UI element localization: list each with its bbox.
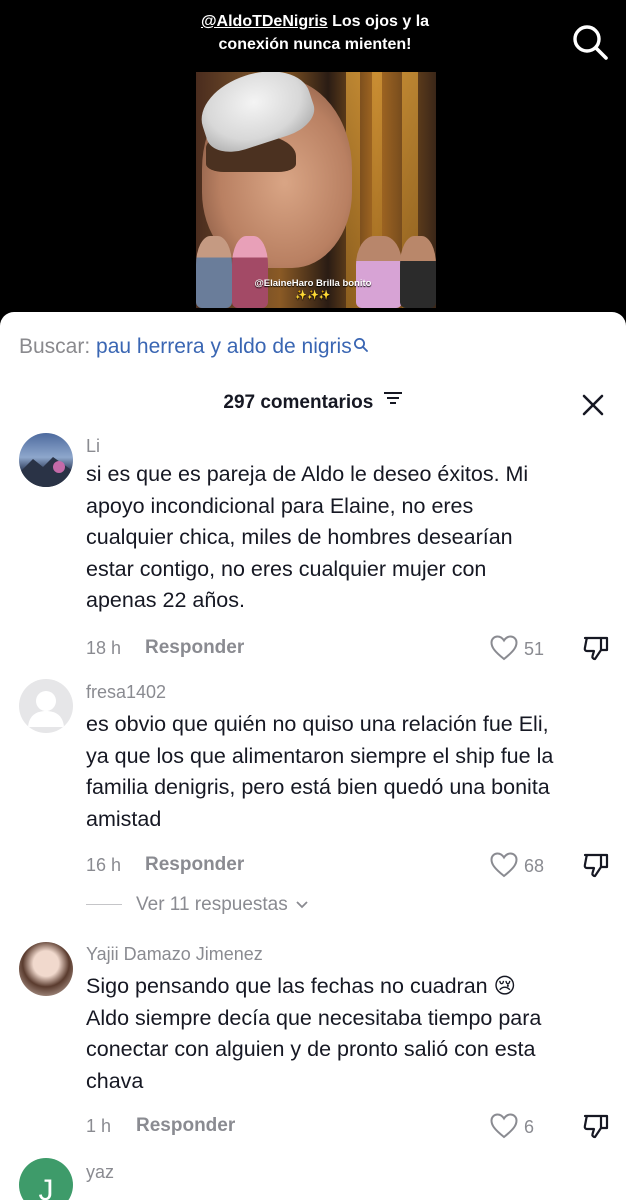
heart-icon: [490, 1113, 518, 1139]
divider: [86, 904, 122, 906]
mini-person-image: [400, 236, 436, 308]
search-button[interactable]: [570, 22, 610, 62]
video-overlay-text: @ElaineHaro Brilla bonito ✨✨✨: [254, 278, 372, 301]
like-button[interactable]: [490, 1113, 518, 1144]
caption-handle[interactable]: @AldoTDeNigris: [201, 13, 328, 30]
avatar[interactable]: [19, 433, 73, 487]
chevron-down-icon: [296, 901, 308, 909]
search-icon: [353, 334, 369, 360]
comment-text: Sigo pensando que las fechas no cuadran …: [86, 974, 542, 1093]
heart-icon: [490, 852, 518, 878]
reply-button[interactable]: Responder: [136, 1115, 235, 1137]
mini-person-image: [196, 236, 232, 308]
video-caption: @AldoTDeNigris Los ojos y la conexión nu…: [180, 10, 450, 56]
comment-username[interactable]: yaz: [86, 1162, 114, 1183]
comments-header: 297 comentarios: [0, 392, 626, 414]
comments-sheet: Buscar: pau herrera y aldo de nigris 297…: [0, 312, 626, 1200]
view-replies-label: Ver 11 respuestas: [136, 894, 288, 915]
video-player[interactable]: @AldoTDeNigris Los ojos y la conexión nu…: [0, 0, 626, 330]
related-search[interactable]: Buscar: pau herrera y aldo de nigris: [19, 334, 369, 360]
filter-icon[interactable]: [383, 390, 403, 412]
comment-username[interactable]: fresa1402: [86, 682, 166, 703]
dislike-button[interactable]: [582, 851, 610, 884]
reply-button[interactable]: Responder: [145, 854, 244, 876]
like-button[interactable]: [490, 635, 518, 666]
search-icon: [573, 25, 608, 60]
close-button[interactable]: [580, 392, 606, 418]
search-query-link[interactable]: pau herrera y aldo de nigris: [96, 335, 352, 358]
like-count: 68: [524, 856, 545, 876]
comment-username[interactable]: Yajii Damazo Jimenez: [86, 944, 263, 965]
thumbs-down-icon: [583, 853, 609, 878]
dislike-button[interactable]: [582, 1112, 610, 1145]
like-count: 6: [524, 1117, 535, 1137]
heart-icon: [490, 635, 518, 661]
comment-username[interactable]: Li: [86, 436, 100, 457]
dislike-button[interactable]: [582, 634, 610, 667]
close-icon: [582, 394, 604, 416]
thumbs-down-icon: [583, 1114, 609, 1139]
view-replies-button[interactable]: Ver 11 respuestas: [86, 894, 309, 916]
avatar[interactable]: [19, 679, 73, 733]
avatar[interactable]: J: [19, 1158, 73, 1200]
avatar[interactable]: [19, 942, 73, 996]
comment-time: 1 h: [86, 1116, 112, 1136]
thumbs-down-icon: [583, 636, 609, 661]
caption-text-1: Los ojos y la: [327, 13, 430, 30]
like-button[interactable]: [490, 852, 518, 883]
comment-time: 18 h: [86, 638, 122, 658]
comment-count: 297 comentarios: [223, 392, 374, 413]
video-frame: @ElaineHaro Brilla bonito ✨✨✨: [196, 72, 436, 308]
reply-button[interactable]: Responder: [145, 637, 244, 659]
svg-text:J: J: [39, 1174, 54, 1200]
search-label: Buscar:: [19, 335, 91, 358]
comment-time: 16 h: [86, 855, 122, 875]
comment-text: si es que es pareja de Aldo le deseo éxi…: [86, 462, 529, 612]
caption-text-2: conexión nunca mienten!: [218, 36, 412, 53]
comment-text: es obvio que quién no quiso una relación…: [86, 712, 554, 831]
like-count: 51: [524, 639, 545, 659]
